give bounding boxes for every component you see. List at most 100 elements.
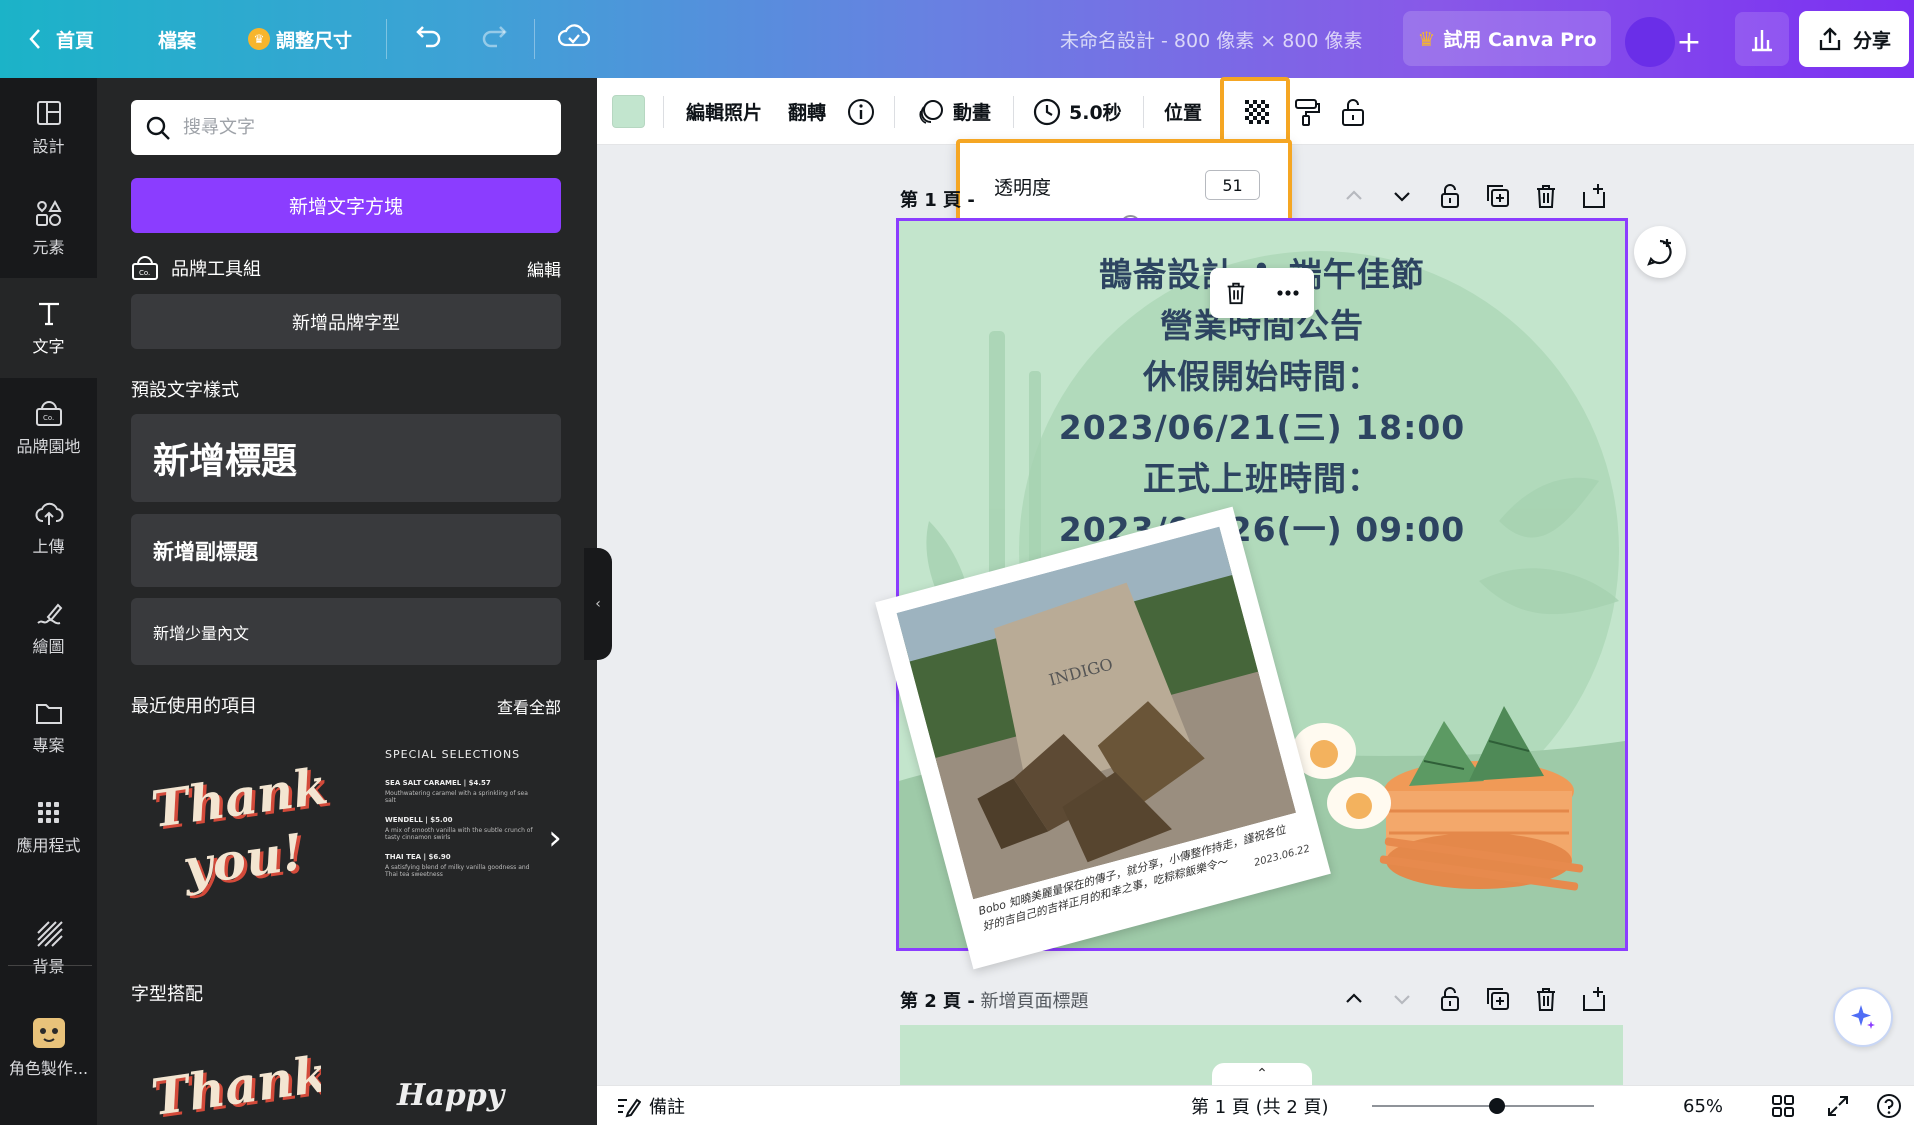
rail-item-projects[interactable]: 專案 <box>0 678 97 778</box>
divider <box>894 96 895 128</box>
recent-thumb-menu[interactable]: SPECIAL SELECTIONS SEA SALT CARAMEL | $4… <box>385 748 535 918</box>
duplicate-icon[interactable] <box>1484 182 1512 210</box>
resize-button[interactable]: ♛ 調整尺寸 <box>248 19 352 59</box>
layout-icon <box>36 101 61 125</box>
duplicate-icon[interactable] <box>1484 985 1512 1013</box>
add-brand-font-button[interactable]: 新增品牌字型 <box>131 294 561 349</box>
insights-button[interactable] <box>1735 12 1789 66</box>
rail-item-background[interactable]: 背景 <box>0 898 97 998</box>
rail-label: 角色製作... <box>8 1059 89 1078</box>
add-comment-button[interactable] <box>1634 226 1686 278</box>
chevron-right-icon: › <box>548 818 562 858</box>
zoom-slider-handle[interactable] <box>1488 1098 1505 1114</box>
animate-button[interactable]: 動畫 <box>917 78 991 145</box>
comment-add-icon <box>1647 239 1672 266</box>
transparency-value-input[interactable]: 51 <box>1205 170 1260 200</box>
add-page-icon[interactable] <box>1580 985 1608 1013</box>
divider <box>386 19 387 59</box>
zoom-percentage[interactable]: 65% <box>1683 1086 1723 1125</box>
brand-kit-edit-link[interactable]: 編輯 <box>527 256 561 281</box>
share-button[interactable]: 分享 <box>1799 11 1909 67</box>
add-collaborator-button[interactable]: + <box>1664 17 1714 67</box>
collapse-panel-button[interactable]: ‹ <box>584 548 612 660</box>
background-icon <box>36 921 63 947</box>
rail-item-draw[interactable]: 繪圖 <box>0 578 97 678</box>
rail-item-text[interactable]: 文字 <box>0 278 97 378</box>
cloud-saved-icon[interactable] <box>558 21 590 51</box>
unlock-icon[interactable] <box>1436 182 1464 210</box>
unlock-icon[interactable] <box>1436 985 1464 1013</box>
add-textbox-button[interactable]: 新增文字方塊 <box>131 178 561 233</box>
chevron-up-icon[interactable] <box>1340 182 1368 210</box>
add-body-text-button[interactable]: 新增少量內文 <box>131 598 561 665</box>
help-icon <box>1877 1094 1901 1118</box>
rail-item-design[interactable]: 設計 <box>0 78 97 178</box>
share-upload-icon <box>1819 27 1841 51</box>
chevron-up-icon[interactable] <box>1340 985 1368 1013</box>
try-pro-button[interactable]: ♛ 試用 Canva Pro <box>1403 11 1611 66</box>
rail-item-elements[interactable]: 元素 <box>0 178 97 278</box>
svg-text:Co.: Co. <box>139 269 150 277</box>
copy-style-button[interactable] <box>1293 78 1321 145</box>
flip-button[interactable]: 翻轉 <box>788 78 826 145</box>
unlock-icon <box>1342 98 1364 126</box>
rail-label: 繪圖 <box>32 637 65 656</box>
duration-button[interactable]: 5.0秒 <box>1033 78 1122 145</box>
help-button[interactable] <box>1876 1086 1902 1125</box>
fullscreen-button[interactable] <box>1826 1086 1850 1125</box>
more-options-icon[interactable] <box>1274 280 1302 306</box>
add-subheading-button[interactable]: 新增副標題 <box>131 514 561 587</box>
home-button[interactable]: 首頁 <box>28 19 94 59</box>
edit-photo-button[interactable]: 編輯照片 <box>686 78 762 145</box>
brand-kit-icon: Co. <box>132 256 158 280</box>
page-view-toggle[interactable]: ⌃ <box>1212 1063 1312 1085</box>
chevron-down-icon[interactable] <box>1388 182 1416 210</box>
info-button[interactable] <box>847 78 875 145</box>
see-all-link[interactable]: 查看全部 <box>497 694 561 718</box>
search-input[interactable] <box>183 117 543 138</box>
svg-text:Co.: Co. <box>43 414 54 422</box>
lock-button[interactable] <box>1340 78 1366 145</box>
rail-item-uploads[interactable]: 上傳 <box>0 478 97 578</box>
divider <box>534 19 535 59</box>
page-indicator[interactable]: 第 1 頁 (共 2 頁) <box>1191 1086 1329 1125</box>
thumb-text: you! <box>179 821 308 898</box>
chevron-left-icon <box>29 29 40 49</box>
draw-icon <box>36 603 62 625</box>
page-1-controls <box>1340 182 1608 210</box>
file-menu[interactable]: 檔案 <box>158 19 196 59</box>
position-button[interactable]: 位置 <box>1164 78 1202 145</box>
page-2-title[interactable]: 新增頁面標題 <box>981 991 1089 1012</box>
redo-icon[interactable] <box>479 21 509 51</box>
font-pair-thumb[interactable]: Happy <box>397 1078 547 1125</box>
grid-view-button[interactable] <box>1771 1086 1795 1125</box>
crown-icon: ♛ <box>1417 26 1436 51</box>
rail-item-apps[interactable]: 應用程式 <box>0 778 97 878</box>
carousel-next-button[interactable]: › <box>540 818 570 858</box>
trash-icon[interactable] <box>1532 985 1560 1013</box>
undo-icon[interactable] <box>414 21 444 51</box>
transparency-button-highlight <box>1220 77 1290 145</box>
text-search[interactable] <box>131 100 561 155</box>
notes-button[interactable]: 備註 <box>615 1086 685 1125</box>
color-swatch[interactable] <box>612 95 645 128</box>
zoom-slider[interactable] <box>1372 1098 1594 1114</box>
trash-icon[interactable] <box>1532 182 1560 210</box>
add-heading-button[interactable]: 新增標題 <box>131 414 561 502</box>
add-page-icon[interactable] <box>1580 182 1608 210</box>
home-label: 首頁 <box>56 29 95 52</box>
font-pair-thumb[interactable]: Thank <box>131 1018 321 1125</box>
rail-item-brand[interactable]: Co. 品牌園地 <box>0 378 97 478</box>
recent-thumb-thankyou[interactable]: Thank you! <box>131 738 331 918</box>
duration-label: 5.0秒 <box>1069 102 1122 124</box>
rail-label: 專案 <box>32 736 65 755</box>
animate-icon <box>919 99 943 124</box>
chevron-down-icon[interactable] <box>1388 985 1416 1013</box>
folder-icon <box>35 704 62 724</box>
magic-assistant-button[interactable] <box>1833 987 1893 1047</box>
rail-item-character[interactable]: 角色製作... <box>0 998 97 1098</box>
document-title[interactable]: 未命名設計 - 800 像素 × 800 像素 <box>1060 19 1363 59</box>
font-pairs-heading: 字型搭配 <box>131 984 203 1005</box>
trash-icon[interactable] <box>1223 280 1249 306</box>
share-label: 分享 <box>1852 29 1891 52</box>
